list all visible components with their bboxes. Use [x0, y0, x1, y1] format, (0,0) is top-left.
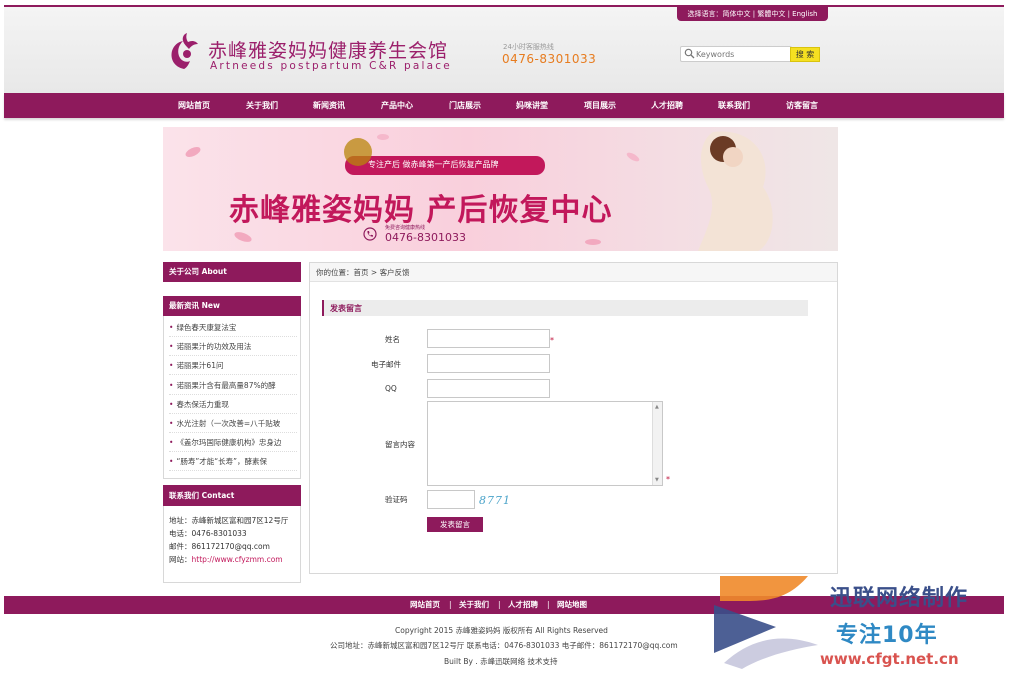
watermark-logo-icon — [714, 576, 818, 669]
search-button[interactable]: 搜 索 — [790, 47, 820, 62]
name-field[interactable] — [427, 329, 550, 348]
nav-item-stores[interactable]: 门店展示 — [449, 93, 481, 118]
news-item[interactable]: • 《盖尔玛国际健康机构》忠身边 — [169, 433, 297, 452]
form-title: 发表留言 — [330, 304, 362, 313]
footer-link-about[interactable]: 关于我们 — [459, 596, 489, 614]
captcha-label: 验证码 — [385, 495, 408, 504]
watermark-url: www.cfgt.net.cn — [820, 650, 959, 668]
required-marker: * — [550, 336, 554, 345]
qq-label: QQ — [385, 384, 397, 393]
breadcrumb: 你的位置：首页 > 客户反馈 — [316, 267, 410, 278]
banner-phone: 0476-8301033 — [385, 231, 466, 244]
logo-icon — [171, 33, 198, 69]
banner-phone-label: 免费咨询健康热线 — [385, 225, 426, 231]
footer-built-by: Built By . 赤峰迅联网络 技术支持 — [444, 657, 558, 666]
news-item[interactable]: • 绿色春天康复法宝 — [169, 318, 297, 337]
nav-item-classroom[interactable]: 妈咪讲堂 — [516, 93, 548, 118]
message-field[interactable] — [427, 401, 663, 486]
sidebar-about-title[interactable]: 关于公司 About — [163, 262, 301, 282]
nav-item-projects[interactable]: 项目展示 — [584, 93, 616, 118]
nav-item-guestbook[interactable]: 访客留言 — [786, 93, 818, 118]
news-item[interactable]: • 诺丽果汁61问 — [169, 356, 297, 375]
breadcrumb-prefix: 你的位置： — [316, 268, 354, 277]
nav-item-jobs[interactable]: 人才招聘 — [651, 93, 683, 118]
banner-headline: 赤峰雅姿妈妈 产后恢复中心 — [229, 193, 613, 228]
banner: 专注产后 做赤峰第一产后恢复产品牌 赤峰雅姿妈妈 产后恢复中心 免费咨询健康热线… — [163, 127, 838, 251]
language-switcher[interactable]: 选择语言：简体中文 | 繁體中文 | English — [677, 7, 828, 21]
nav-item-news[interactable]: 新闻资讯 — [313, 93, 345, 118]
captcha-image[interactable]: 8771 — [479, 494, 511, 507]
logo-title: 赤峰雅姿妈妈健康养生会馆 — [208, 40, 449, 62]
hotline-label: 24小时客服热线 — [503, 43, 554, 51]
breadcrumb-home[interactable]: 首页 — [354, 268, 369, 277]
news-item[interactable]: • “肠寿”才能“长寿”，酵素保 — [169, 452, 297, 471]
captcha-field[interactable] — [427, 490, 475, 509]
footer-separator: | — [498, 600, 501, 609]
sidebar-contact-title: 联系我们 Contact — [163, 485, 301, 506]
footer-copyright: Copyright 2015 赤峰雅姿妈妈 版权所有 All Rights Re… — [395, 626, 608, 635]
footer-link-sitemap[interactable]: 网站地图 — [557, 596, 587, 614]
phone-icon — [363, 227, 377, 241]
watermark-subtitle: 专注10年 — [836, 623, 938, 648]
news-item[interactable]: • 春杰保活力重现 — [169, 395, 297, 414]
footer-link-jobs[interactable]: 人才招聘 — [508, 596, 538, 614]
email-field[interactable] — [427, 354, 550, 373]
contact-website: 网站：http://www.cfyzmm.com — [169, 554, 283, 565]
watermark-title: 迅联网络制作 — [830, 586, 969, 611]
contact-email: 邮件：861172170@qq.com — [169, 542, 270, 551]
scroll-up-icon[interactable]: ▲ — [655, 404, 659, 410]
search-input[interactable] — [696, 47, 790, 61]
form-title-bar — [322, 300, 808, 316]
logo-subtitle: Artneeds postpartum C&R palace — [210, 60, 452, 72]
footer-link-home[interactable]: 网站首页 — [410, 596, 440, 614]
email-label: 电子邮件 — [371, 360, 401, 369]
required-marker: * — [666, 475, 670, 484]
nav-item-contact[interactable]: 联系我们 — [718, 93, 750, 118]
message-label: 留言内容 — [385, 440, 415, 449]
contact-phone: 电话：0476-8301033 — [169, 529, 247, 538]
news-item[interactable]: • 诺丽果汁的功效及用法 — [169, 337, 297, 356]
banner-slogan: 专注产后 做赤峰第一产后恢复产品牌 — [368, 160, 499, 169]
scroll-down-icon[interactable]: ▼ — [655, 477, 659, 483]
sidebar-news-title: 最新资讯 New — [163, 296, 301, 316]
submit-button[interactable]: 发表留言 — [427, 517, 483, 532]
breadcrumb-separator: > — [368, 268, 380, 277]
contact-website-link[interactable]: http://www.cfyzmm.com — [192, 555, 283, 564]
name-label: 姓名 — [385, 335, 400, 344]
main-nav — [4, 93, 1004, 118]
qq-field[interactable] — [427, 379, 550, 398]
footer-address: 公司地址：赤峰新城区富和园7区12号厅 联系电话：0476-8301033 电子… — [330, 641, 678, 650]
contact-address: 地址：赤峰新城区富和园7区12号厅 — [169, 516, 289, 525]
contact-website-label: 网站： — [169, 555, 192, 564]
search-icon — [684, 48, 695, 59]
footer-separator: | — [449, 600, 452, 609]
footer-separator: | — [547, 600, 550, 609]
breadcrumb-current: 客户反馈 — [379, 268, 410, 277]
hotline-number: 0476-8301033 — [502, 52, 597, 66]
nav-item-home[interactable]: 网站首页 — [178, 93, 210, 118]
message-scrollbar[interactable]: ▲ ▼ — [652, 402, 662, 485]
nav-item-about[interactable]: 关于我们 — [246, 93, 278, 118]
nav-item-products[interactable]: 产品中心 — [381, 93, 413, 118]
news-item[interactable]: • 诺丽果汁含有最高量87%的酵 — [169, 376, 297, 395]
news-item[interactable]: • 水光注射（一次改善=八千贴玻 — [169, 414, 297, 433]
